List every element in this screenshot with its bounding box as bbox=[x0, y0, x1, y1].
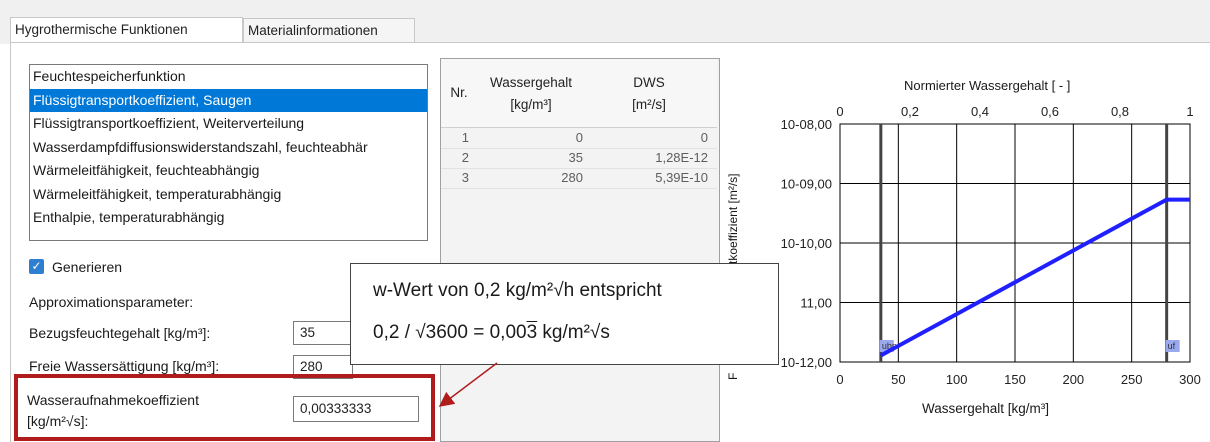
callout-arrow bbox=[438, 362, 498, 407]
